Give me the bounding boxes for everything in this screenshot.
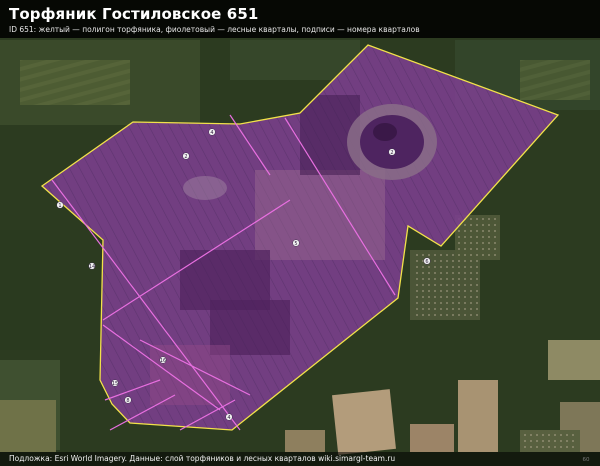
svg-text:15: 15	[112, 381, 118, 387]
peatland-map[interactable]: 4 2 1 14 15 16 8 4 5 2 6	[0, 0, 600, 466]
quarter-label[interactable]: 15	[111, 379, 119, 387]
svg-text:6: 6	[425, 259, 428, 265]
page-title: Торфяник Гостиловское 651	[9, 5, 259, 23]
attribution-text: Подложка: Esri World Imagery. Данные: сл…	[9, 454, 396, 463]
quarter-label[interactable]: 14	[88, 262, 96, 270]
svg-text:16: 16	[160, 358, 166, 364]
title-bar: Торфяник Гостиловское 651 ID 651: желтый…	[0, 0, 600, 38]
svg-text:4: 4	[210, 130, 213, 136]
svg-text:14: 14	[89, 264, 95, 270]
svg-text:4: 4	[227, 415, 230, 421]
attribution-bar: Подложка: Esri World Imagery. Данные: сл…	[0, 452, 600, 466]
svg-text:5: 5	[294, 241, 297, 247]
map-legend-description: ID 651: желтый — полигон торфяника, фиол…	[9, 25, 420, 34]
map-viewer: 4 2 1 14 15 16 8 4 5 2 6 Торфяник Гостил…	[0, 0, 600, 466]
svg-text:2: 2	[184, 154, 187, 160]
svg-text:8: 8	[126, 398, 129, 404]
svg-text:2: 2	[390, 150, 393, 156]
svg-text:1: 1	[58, 203, 61, 209]
quarter-label[interactable]: 16	[159, 356, 167, 364]
